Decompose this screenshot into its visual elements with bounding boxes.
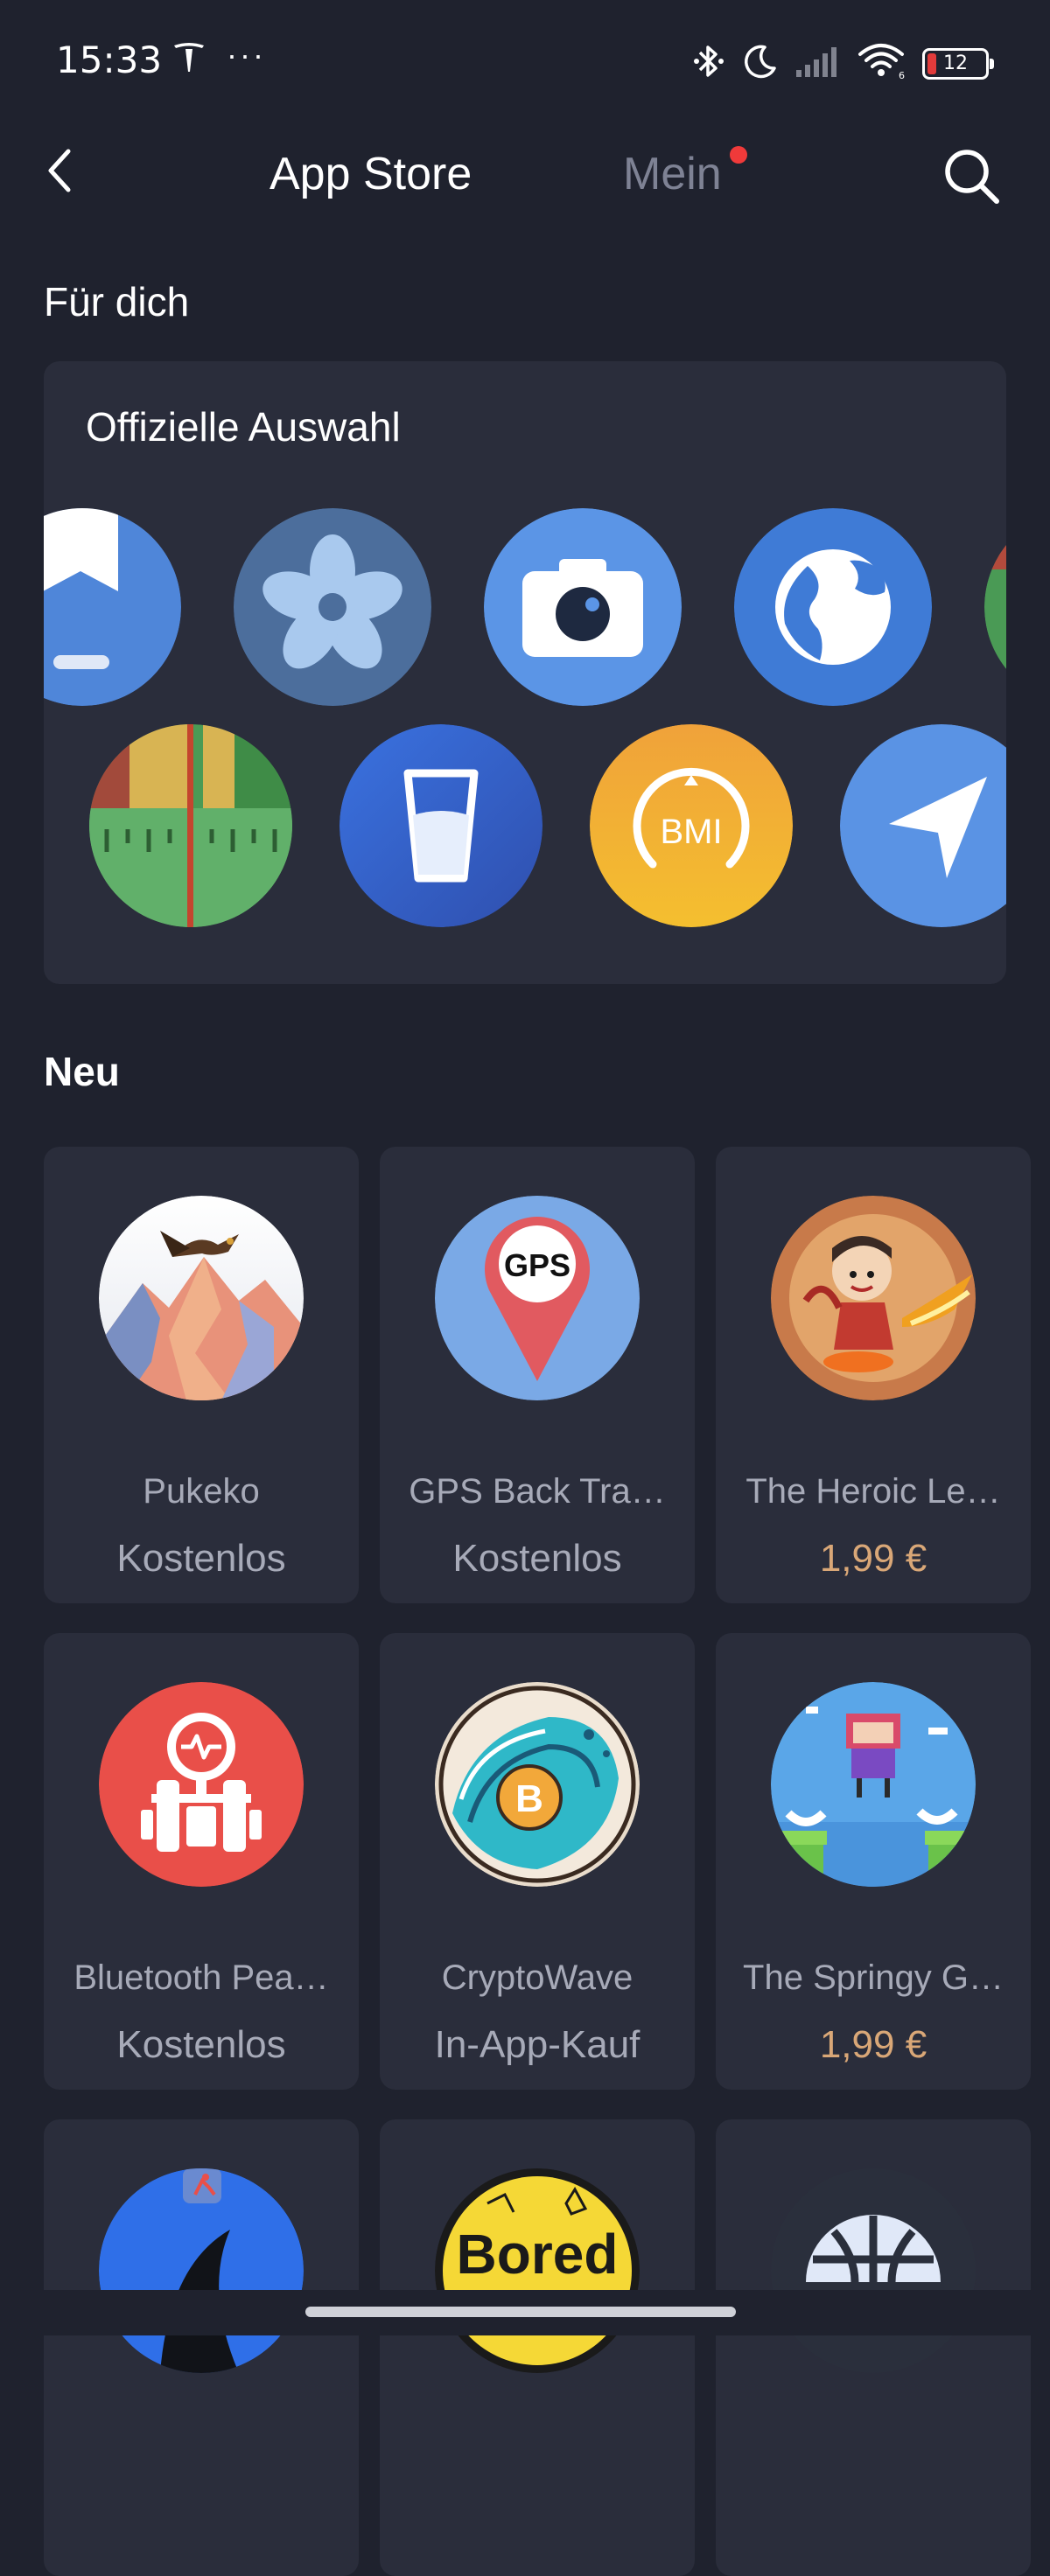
shark-fin-icon: [99, 2168, 304, 2373]
svg-text:BMI: BMI: [660, 813, 722, 851]
app-tile-shark-fin[interactable]: [44, 2119, 359, 2576]
app-name: Pukeko: [143, 1472, 260, 1511]
app-price: 1,99 €: [819, 1537, 928, 1580]
camera-app-icon[interactable]: [484, 508, 682, 706]
back-button[interactable]: [35, 146, 88, 199]
app-price: Kostenlos: [116, 1537, 286, 1580]
signal-icon: [794, 44, 842, 83]
svg-text:6: 6: [899, 70, 905, 80]
ruler-app-icon[interactable]: [89, 724, 292, 927]
app-price: In-App-Kauf: [434, 2023, 640, 2066]
svg-text:B: B: [515, 1777, 543, 1820]
navigation-app-icon[interactable]: [840, 724, 1006, 927]
app-tile-pukeko[interactable]: Pukeko Kostenlos: [44, 1147, 359, 1603]
home-indicator[interactable]: [305, 2307, 736, 2317]
cryptowave-icon: B: [435, 1682, 640, 1887]
app-tile-bored[interactable]: Bored: [380, 2119, 695, 2576]
svg-text:GPS: GPS: [504, 1247, 570, 1283]
bookmark-app-icon[interactable]: [44, 508, 181, 706]
app-tile-cryptowave[interactable]: B CryptoWave In-App-Kauf: [380, 1633, 695, 2090]
app-price: 1,99 €: [819, 2023, 928, 2066]
app-tile-globe-grid[interactable]: [716, 2119, 1031, 2576]
app-price: Kostenlos: [116, 2023, 286, 2066]
app-tile-bluetooth-peak[interactable]: Bluetooth Pea… Kostenlos: [44, 1633, 359, 2090]
search-icon: [941, 145, 1002, 211]
battery-level: 12: [943, 52, 968, 74]
app-name: The Heroic Le…: [746, 1472, 1001, 1511]
app-name: CryptoWave: [441, 1958, 634, 1997]
app-name: Bluetooth Pea…: [74, 1958, 329, 1997]
pukeko-bird-icon: [99, 1196, 304, 1400]
fan-app-icon[interactable]: [234, 508, 431, 706]
moon-icon: [742, 43, 779, 84]
tesla-icon: [171, 38, 207, 80]
wifi-icon: 6: [858, 42, 906, 85]
battery-icon: 12: [922, 47, 994, 80]
more-dots-icon: ···: [227, 36, 266, 73]
notification-dot: [730, 146, 747, 164]
official-selection-card[interactable]: Offizielle Auswahl BMI: [44, 361, 1006, 984]
search-button[interactable]: [938, 144, 1004, 211]
bored-icon: Bored: [435, 2168, 640, 2373]
app-name: GPS Back Tra…: [409, 1472, 666, 1511]
status-time: 15:33: [56, 38, 163, 81]
springy-game-icon: [771, 1682, 976, 1887]
app-name: The Springy G…: [743, 1958, 1004, 1997]
status-left-icons: ···: [171, 36, 266, 80]
bluetooth-icon: [691, 42, 726, 85]
app-tile-springy-game[interactable]: The Springy G… 1,99 €: [716, 1633, 1031, 2090]
bored-icon-text: Bored: [457, 2223, 619, 2286]
app-tile-gps-back-track[interactable]: GPS GPS Back Tra… Kostenlos: [380, 1147, 695, 1603]
globe-grid-icon: [771, 2168, 976, 2373]
tab-app-store[interactable]: App Store: [270, 148, 472, 200]
bluetooth-peak-icon: [99, 1682, 304, 1887]
official-selection-title: Offizielle Auswahl: [86, 404, 401, 450]
tab-mein[interactable]: Mein: [623, 148, 722, 200]
for-you-heading: Für dich: [44, 279, 190, 325]
partial-app-icon[interactable]: [984, 508, 1006, 706]
app-header: App Store Mein: [0, 127, 1050, 223]
app-tile-heroic-legend[interactable]: The Heroic Le… 1,99 €: [716, 1147, 1031, 1603]
chevron-left-icon: [44, 146, 79, 199]
status-right-icons: 6 12: [691, 42, 994, 85]
bmi-app-icon[interactable]: BMI: [590, 724, 793, 927]
status-bar: 15:33 ··· 6 12: [0, 0, 1050, 127]
new-heading: Neu: [44, 1049, 120, 1094]
app-price: Kostenlos: [452, 1537, 622, 1580]
heroic-legend-icon: [771, 1196, 976, 1400]
water-glass-app-icon[interactable]: [340, 724, 542, 927]
globe-app-icon[interactable]: [734, 508, 932, 706]
gps-pin-icon: GPS: [435, 1196, 640, 1400]
